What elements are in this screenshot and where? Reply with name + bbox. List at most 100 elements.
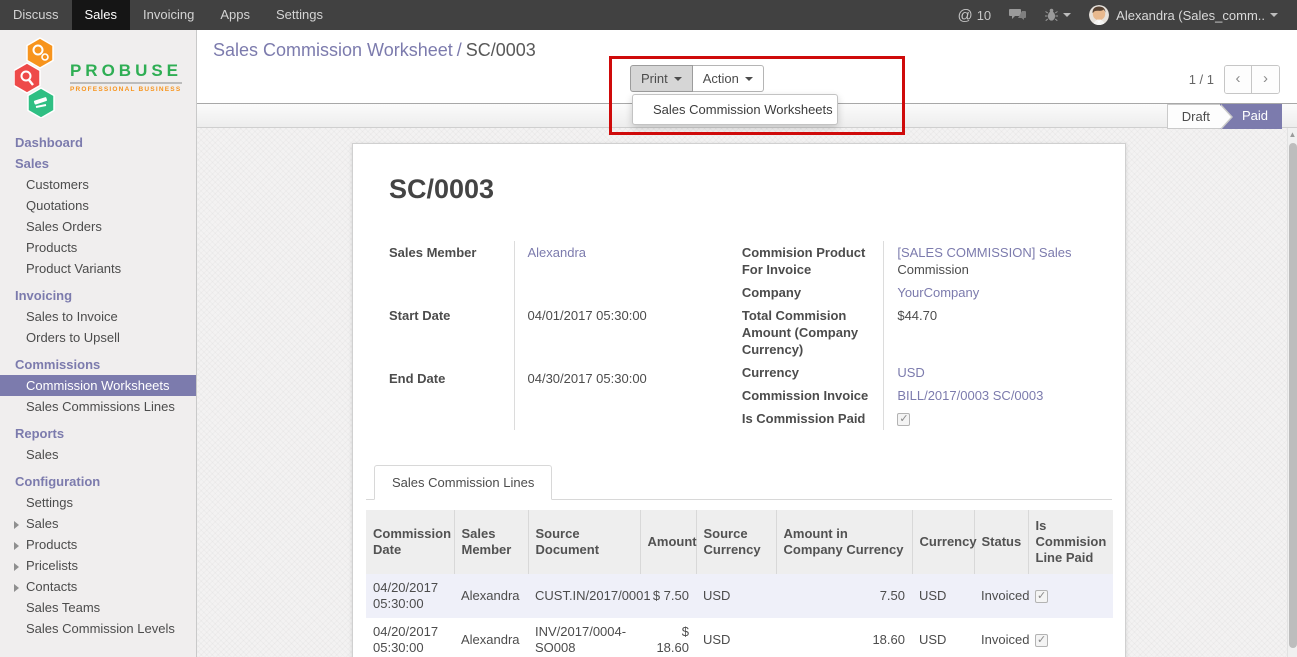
menu-item-sales-commission-worksheets[interactable]: Sales Commission Worksheets xyxy=(633,95,837,124)
menu-discuss[interactable]: Discuss xyxy=(0,0,72,30)
sidebar-section-configuration[interactable]: Configuration xyxy=(0,471,196,492)
sidebar-item-config-sales[interactable]: Sales xyxy=(0,513,196,534)
col-is-commission-line-paid[interactable]: Is Commision Line Paid xyxy=(1028,510,1113,574)
field-label-sales-member: Sales Member xyxy=(389,241,514,304)
sidebar-section-reports[interactable]: Reports xyxy=(0,423,196,444)
avatar xyxy=(1089,5,1109,25)
user-menu[interactable]: Alexandra (Sales_comm.. xyxy=(1089,5,1278,25)
bug-icon xyxy=(1045,8,1058,22)
field-value-sales-member[interactable]: Alexandra xyxy=(528,245,587,260)
menu-apps[interactable]: Apps xyxy=(207,0,263,30)
sidebar-section-commissions[interactable]: Commissions xyxy=(0,354,196,375)
sidebar-item-settings[interactable]: Settings xyxy=(0,492,196,513)
commission-lines-table: Commission Date Sales Member Source Docu… xyxy=(366,510,1113,657)
breadcrumb-current: SC/0003 xyxy=(466,40,536,60)
sidebar-item-config-products[interactable]: Products xyxy=(0,534,196,555)
table-header-row: Commission Date Sales Member Source Docu… xyxy=(366,510,1113,574)
field-value-company[interactable]: YourCompany xyxy=(897,285,979,300)
line-paid-checkbox[interactable] xyxy=(1035,590,1048,603)
sidebar-item-customers[interactable]: Customers xyxy=(0,174,196,195)
col-currency[interactable]: Currency xyxy=(912,510,974,574)
menu-sales[interactable]: Sales xyxy=(72,0,131,30)
logo-subtitle: PROFESSIONAL BUSINESS xyxy=(70,86,182,93)
col-amount-company-currency[interactable]: Amount in Company Currency xyxy=(776,510,912,574)
sidebar-item-config-pricelists[interactable]: Pricelists xyxy=(0,555,196,576)
breadcrumb: Sales Commission Worksheet/SC/0003 xyxy=(213,40,536,61)
col-commission-date[interactable]: Commission Date xyxy=(366,510,454,574)
commission-product-link[interactable]: [SALES COMMISSION] Sales xyxy=(897,245,1071,260)
pager-next-button[interactable]: › xyxy=(1252,66,1279,93)
chevron-down-icon xyxy=(745,77,753,81)
company-logo[interactable]: PROBUSE PROFESSIONAL BUSINESS xyxy=(0,30,196,118)
sidebar-item-quotations[interactable]: Quotations xyxy=(0,195,196,216)
mention-count: 10 xyxy=(977,8,991,23)
breadcrumb-separator: / xyxy=(457,40,462,60)
field-label-is-commission-paid: Is Commission Paid xyxy=(742,407,884,430)
action-button[interactable]: Action xyxy=(693,65,764,92)
sidebar-item-dashboard[interactable]: Dashboard xyxy=(0,132,196,153)
print-dropdown-menu: Sales Commission Worksheets xyxy=(632,94,838,125)
field-label-commission-invoice: Commission Invoice xyxy=(742,384,884,407)
sidebar-item-sales-orders[interactable]: Sales Orders xyxy=(0,216,196,237)
scroll-up-arrow-icon[interactable]: ▲ xyxy=(1288,128,1297,142)
control-panel: Sales Commission Worksheet/SC/0003 Print… xyxy=(197,30,1297,103)
field-value-end-date: 04/30/2017 05:30:00 xyxy=(514,367,720,430)
chevron-down-icon xyxy=(1063,13,1071,17)
sidebar: PROBUSE PROFESSIONAL BUSINESS Dashboard … xyxy=(0,30,197,657)
status-step-draft[interactable]: Draft xyxy=(1167,104,1220,129)
breadcrumb-parent-link[interactable]: Sales Commission Worksheet xyxy=(213,40,453,60)
content-background: SC/0003 Sales Member Alexandra Start Dat… xyxy=(197,128,1297,657)
table-row[interactable]: 04/20/2017 05:30:00 Alexandra CUST.IN/20… xyxy=(366,574,1113,618)
vertical-scrollbar[interactable]: ▲ xyxy=(1287,128,1297,657)
messages-icon[interactable] xyxy=(1009,8,1027,22)
col-sales-member[interactable]: Sales Member xyxy=(454,510,528,574)
field-label-end-date: End Date xyxy=(389,367,514,430)
sidebar-item-commission-worksheets[interactable]: Commission Worksheets xyxy=(0,375,196,396)
chevron-down-icon xyxy=(1270,13,1278,17)
print-button[interactable]: Print xyxy=(630,65,693,92)
expand-arrow-icon xyxy=(14,521,19,529)
sidebar-item-orders-to-upsell[interactable]: Orders to Upsell xyxy=(0,327,196,348)
debug-menu[interactable] xyxy=(1045,8,1071,22)
mentions-counter[interactable]: @ 10 xyxy=(957,7,991,24)
field-value-commission-invoice[interactable]: BILL/2017/0003 SC/0003 xyxy=(897,388,1043,403)
app-menu: Discuss Sales Invoicing Apps Settings xyxy=(0,0,336,30)
sidebar-item-sales-to-invoice[interactable]: Sales to Invoice xyxy=(0,306,196,327)
sidebar-item-products[interactable]: Products xyxy=(0,237,196,258)
sidebar-item-config-contacts[interactable]: Contacts xyxy=(0,576,196,597)
pager-previous-button[interactable]: ‹ xyxy=(1225,66,1252,93)
expand-arrow-icon xyxy=(14,542,19,550)
line-paid-checkbox[interactable] xyxy=(1035,634,1048,647)
sidebar-item-sales-commission-levels[interactable]: Sales Commission Levels xyxy=(0,618,196,639)
field-label-commission-product: Commision Product For Invoice xyxy=(742,241,884,281)
field-value-total-commission: $44.70 xyxy=(884,304,1089,361)
scrollbar-thumb[interactable] xyxy=(1289,143,1297,648)
col-source-currency[interactable]: Source Currency xyxy=(696,510,776,574)
menu-invoicing[interactable]: Invoicing xyxy=(130,0,207,30)
sidebar-item-product-variants[interactable]: Product Variants xyxy=(0,258,196,279)
field-label-start-date: Start Date xyxy=(389,304,514,367)
logo-title: PROBUSE xyxy=(70,61,182,84)
sidebar-section-sales[interactable]: Sales xyxy=(0,153,196,174)
sidebar-nav: Dashboard Sales Customers Quotations Sal… xyxy=(0,132,196,639)
field-label-currency: Currency xyxy=(742,361,884,384)
is-commission-paid-checkbox[interactable] xyxy=(897,413,910,426)
col-amount[interactable]: Amount xyxy=(640,510,696,574)
sidebar-section-invoicing[interactable]: Invoicing xyxy=(0,285,196,306)
sidebar-item-sales-teams[interactable]: Sales Teams xyxy=(0,597,196,618)
sidebar-item-reports-sales[interactable]: Sales xyxy=(0,444,196,465)
expand-arrow-icon xyxy=(14,584,19,592)
record-title: SC/0003 xyxy=(389,174,1112,205)
col-status[interactable]: Status xyxy=(974,510,1028,574)
form-fields: Sales Member Alexandra Start Date 04/01/… xyxy=(389,241,1089,430)
table-row[interactable]: 04/20/2017 05:30:00 Alexandra INV/2017/0… xyxy=(366,618,1113,657)
sidebar-item-sales-commissions-lines[interactable]: Sales Commissions Lines xyxy=(0,396,196,417)
top-navbar: Discuss Sales Invoicing Apps Settings @ … xyxy=(0,0,1297,30)
pager: 1 / 1 ‹ › xyxy=(1189,65,1280,94)
col-source-document[interactable]: Source Document xyxy=(528,510,640,574)
user-name: Alexandra (Sales_comm.. xyxy=(1116,8,1265,23)
field-value-currency[interactable]: USD xyxy=(897,365,924,380)
menu-settings[interactable]: Settings xyxy=(263,0,336,30)
tab-sales-commission-lines[interactable]: Sales Commission Lines xyxy=(374,465,552,500)
at-icon: @ xyxy=(957,7,972,24)
